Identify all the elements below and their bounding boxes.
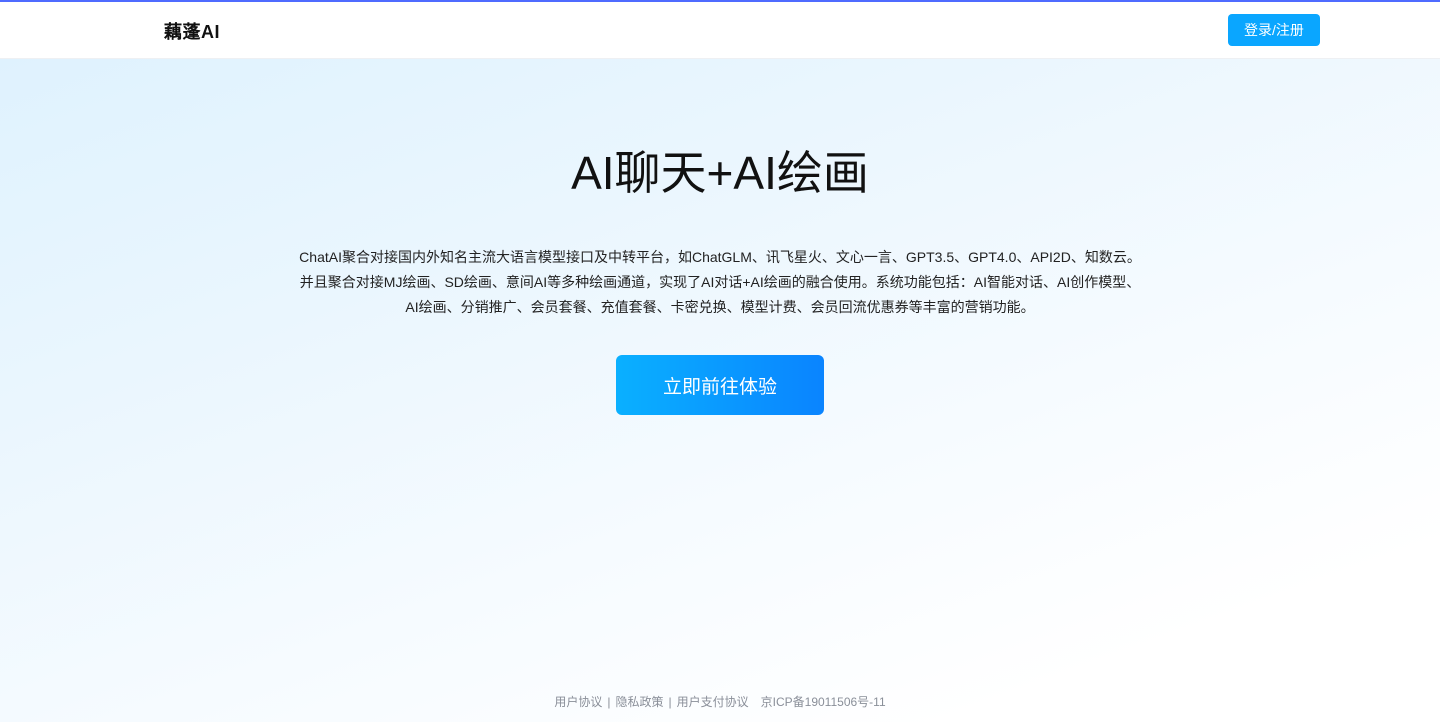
footer-separator: | xyxy=(607,695,611,709)
icp-license-link[interactable]: 京ICP备19011506号-11 xyxy=(761,695,886,709)
hero-section: AI聊天+AI绘画 ChatAI聚合对接国内外知名主流大语言模型接口及中转平台，… xyxy=(0,59,1440,722)
footer-separator: | xyxy=(668,695,672,709)
hero-description: ChatAI聚合对接国内外知名主流大语言模型接口及中转平台，如ChatGLM、讯… xyxy=(299,249,1141,315)
brand-logo[interactable]: 藕蓬AI xyxy=(164,18,220,44)
header: 藕蓬AI 登录/注册 xyxy=(0,2,1440,59)
privacy-policy-link[interactable]: 隐私政策 xyxy=(616,695,664,709)
hero-title: AI聊天+AI绘画 xyxy=(571,147,869,199)
try-now-button[interactable]: 立即前往体验 xyxy=(616,355,824,415)
footer: 用户协议 | 隐私政策 | 用户支付协议 京ICP备19011506号-11 xyxy=(0,693,1440,711)
user-agreement-link[interactable]: 用户协议 xyxy=(554,695,602,709)
payment-agreement-link[interactable]: 用户支付协议 xyxy=(677,695,749,709)
login-register-button[interactable]: 登录/注册 xyxy=(1228,14,1320,46)
